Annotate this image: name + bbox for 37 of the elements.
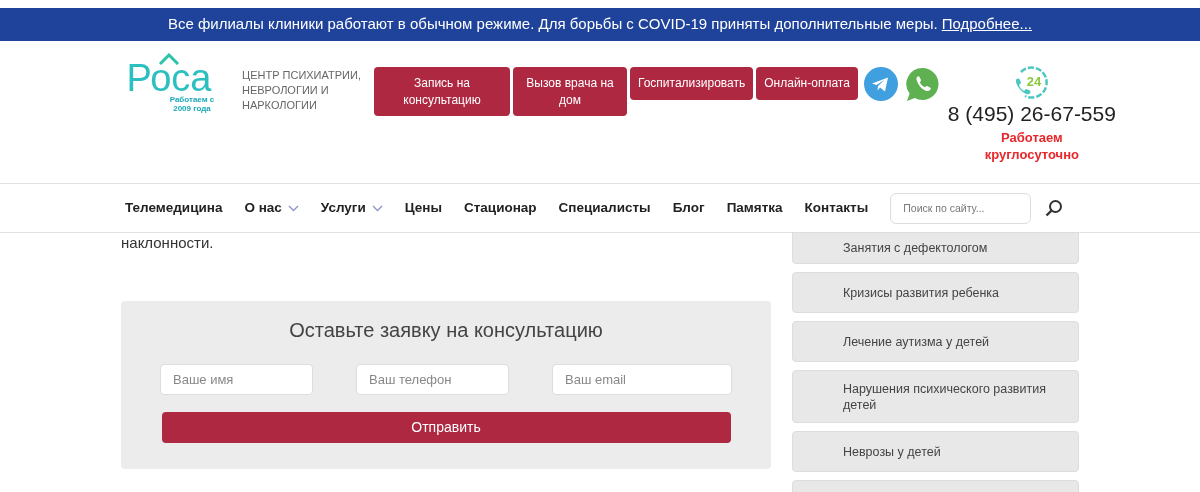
article-text: наклонности. [121, 233, 215, 253]
sidebar-item[interactable]: Занятия с дефектологом [792, 232, 1079, 264]
search-field[interactable]: Поиск по сайту... [890, 192, 1032, 224]
sidebar-item[interactable]: Лечение аутизма у детей [792, 321, 1079, 362]
logo-tagline: Работаем с 2009 года [168, 95, 216, 113]
nav-link[interactable]: Памятка [726, 197, 783, 219]
phone-number[interactable]: 8 (495) 26-67-559 [947, 101, 1116, 127]
sidebar-item[interactable]: Нарушения психического развития детей [792, 370, 1079, 423]
sidebar-item[interactable]: Неврозы у детей [792, 431, 1079, 472]
whatsapp-icon[interactable] [904, 67, 940, 102]
nav-link[interactable]: О нас [244, 197, 299, 219]
action-button[interactable]: Вызов врача на дом [513, 67, 627, 116]
more-link[interactable]: Подробнее... [941, 13, 1032, 36]
action-button[interactable]: Запись на консультацию [374, 67, 510, 116]
sidebar-item[interactable]: Кризисы развития ребенка [792, 272, 1079, 313]
action-button[interactable]: Онлайн-оплата [756, 67, 858, 100]
form-input[interactable]: Ваш телефон [356, 364, 509, 395]
nav-link[interactable]: Услуги [320, 197, 383, 219]
action-button[interactable]: Госпитализировать [630, 67, 754, 100]
form-title: Оставьте заявку на консультацию [289, 318, 603, 343]
nav-link[interactable]: Специалисты [558, 197, 651, 219]
nav-link[interactable]: Цены [404, 197, 442, 219]
nav-link[interactable]: Контакты [804, 197, 869, 219]
telegram-icon[interactable] [863, 67, 898, 101]
nav-link[interactable]: Телемедицина [125, 197, 223, 219]
hours-text: Работаем круглосуточно [983, 129, 1080, 163]
chevron-down-icon [287, 204, 299, 212]
form-input[interactable]: Ваш email [552, 364, 732, 395]
nav-link[interactable]: Блог [672, 197, 705, 219]
search-icon[interactable] [1045, 199, 1064, 217]
announcement-text: Все филиалы клиники работают в обычном режиме. Для борьбы с COVID-19 приняты дополнительные меры. [168, 14, 938, 35]
form-input[interactable]: Ваше имя [160, 364, 313, 395]
chevron-down-icon [371, 204, 383, 212]
logo-text: Роса [126, 61, 212, 95]
nav-link[interactable]: Стационар [463, 197, 537, 219]
clinic-subtitle: ЦЕНТР ПСИХИАТРИИ, НЕВРОЛОГИИ И НАРКОЛОГИИ [242, 68, 362, 113]
submit-button[interactable]: Отправить [161, 412, 731, 443]
